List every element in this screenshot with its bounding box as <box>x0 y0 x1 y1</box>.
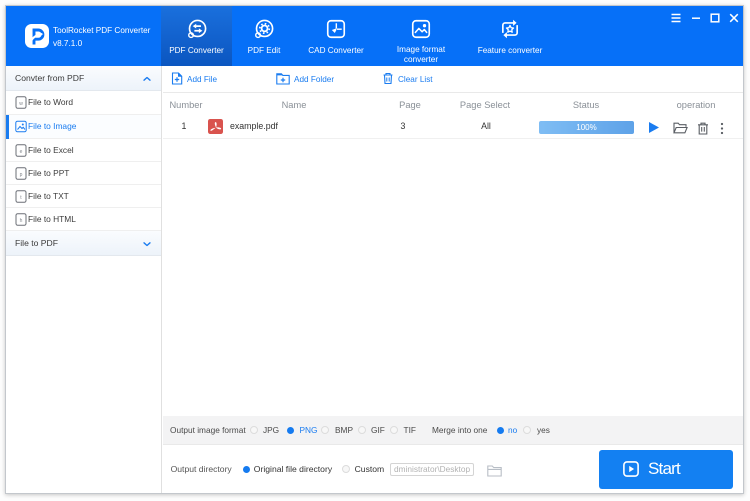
svg-text:p: p <box>20 172 23 178</box>
svg-text:t: t <box>20 195 22 201</box>
svg-text:w: w <box>19 101 23 107</box>
svg-text:e: e <box>20 149 23 155</box>
svg-text:h: h <box>20 218 23 224</box>
